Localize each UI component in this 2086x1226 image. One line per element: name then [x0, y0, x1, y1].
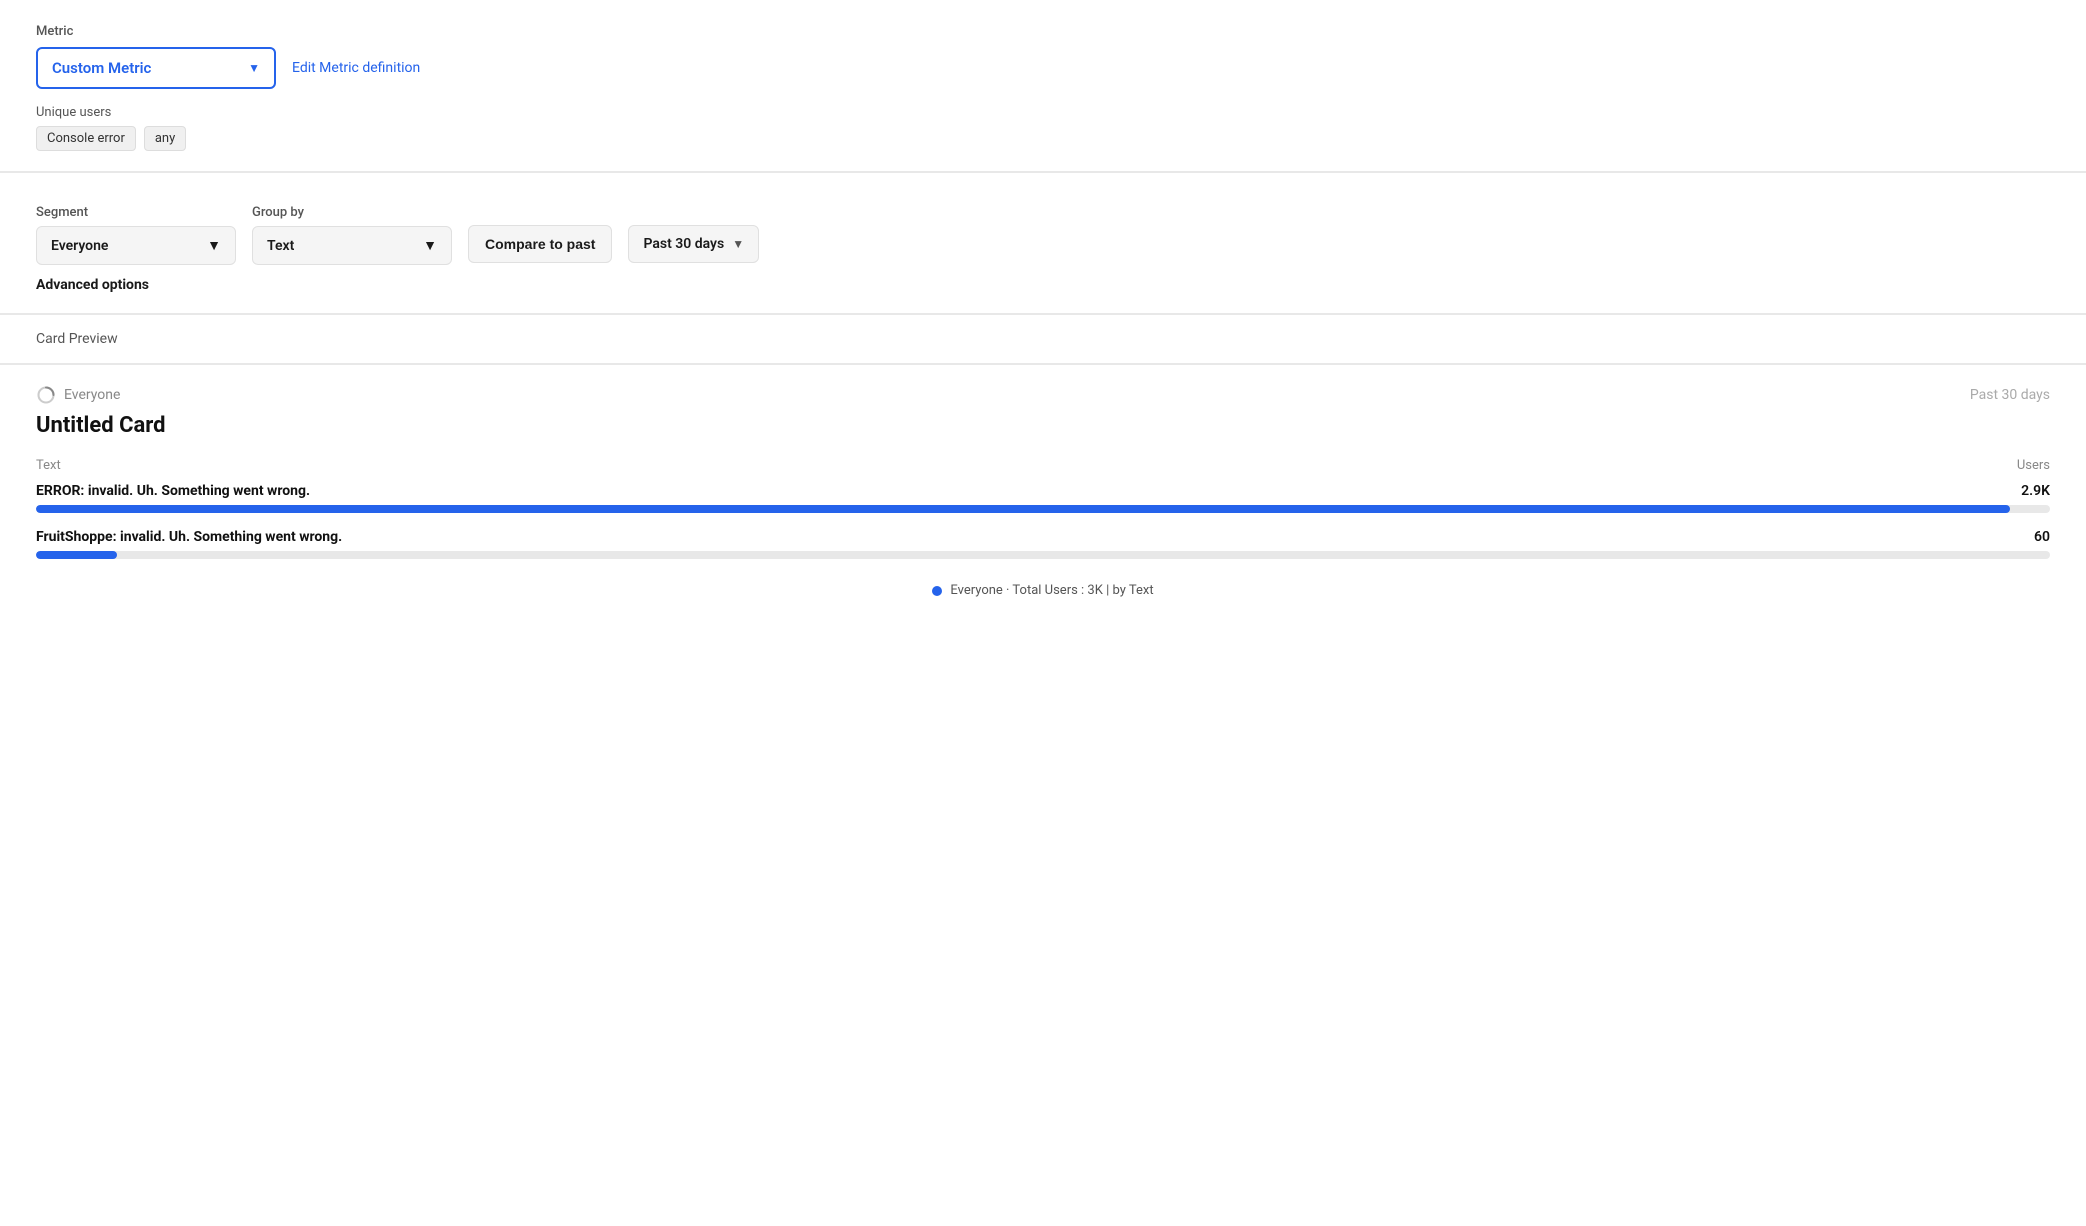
edit-metric-link[interactable]: Edit Metric definition: [292, 60, 420, 76]
data-item-row-1: FruitShoppe: invalid. Uh. Something went…: [36, 529, 2050, 545]
card-header-row: Everyone Past 30 days: [36, 385, 2050, 405]
card-everyone-label: Everyone: [64, 387, 120, 403]
group-by-chevron-down-icon: ▼: [423, 237, 437, 254]
past-days-dropdown[interactable]: Past 30 days ▼: [628, 225, 759, 263]
data-item-0: ERROR: invalid. Uh. Something went wrong…: [36, 483, 2050, 513]
group-by-value: Text: [267, 238, 294, 254]
segment-value: Everyone: [51, 238, 108, 254]
past-days-label: Past 30 days: [643, 236, 724, 252]
card-title: Untitled Card: [36, 413, 2050, 438]
tags-row: Console error any: [36, 126, 2050, 151]
data-item-1: FruitShoppe: invalid. Uh. Something went…: [36, 529, 2050, 559]
metric-chevron-down-icon: ▼: [248, 61, 260, 75]
legend-row: Everyone · Total Users : 3K | by Text: [36, 583, 2050, 598]
card-past-days-label: Past 30 days: [1970, 387, 2050, 403]
data-section: Text Users ERROR: invalid. Uh. Something…: [36, 458, 2050, 559]
group-by-label: Group by: [252, 205, 452, 220]
past-days-chevron-down-icon: ▼: [732, 237, 744, 251]
group-by-dropdown[interactable]: Text ▼: [252, 226, 452, 265]
any-tag: any: [144, 126, 186, 151]
segment-chevron-down-icon: ▼: [207, 237, 221, 254]
group-by-group: Group by Text ▼: [252, 205, 452, 265]
compare-to-past-button[interactable]: Compare to past: [468, 225, 612, 263]
segment-label: Segment: [36, 205, 236, 220]
data-item-value-0: 2.9K: [2021, 483, 2050, 499]
data-header-row: Text Users: [36, 458, 2050, 473]
users-column-header: Users: [2017, 458, 2050, 473]
data-item-label-0: ERROR: invalid. Uh. Something went wrong…: [36, 483, 310, 499]
metric-select-dropdown[interactable]: Custom Metric ▼: [36, 47, 276, 89]
data-item-row-0: ERROR: invalid. Uh. Something went wrong…: [36, 483, 2050, 499]
loading-spinner-icon: [36, 385, 56, 405]
card-preview-body: Everyone Past 30 days Untitled Card Text…: [0, 365, 2086, 628]
metric-section: Metric Custom Metric ▼ Edit Metric defin…: [0, 0, 2086, 172]
unique-users-label: Unique users: [36, 105, 2050, 120]
card-preview-header: Card Preview: [0, 315, 2086, 364]
segment-group: Segment Everyone ▼: [36, 205, 236, 265]
metric-label: Metric: [36, 24, 2050, 39]
bar-container-1: [36, 551, 2050, 559]
text-column-header: Text: [36, 458, 61, 473]
segment-dropdown[interactable]: Everyone ▼: [36, 226, 236, 265]
bar-container-0: [36, 505, 2050, 513]
metric-select-text: Custom Metric: [52, 59, 151, 77]
legend-text: Everyone · Total Users : 3K | by Text: [950, 583, 1153, 598]
metric-row: Custom Metric ▼ Edit Metric definition: [36, 47, 2050, 89]
console-error-tag: Console error: [36, 126, 136, 151]
segment-section: Segment Everyone ▼ Group by Text ▼ Compa…: [0, 173, 2086, 314]
bar-fill-0: [36, 505, 2010, 513]
data-item-value-1: 60: [2034, 529, 2050, 545]
data-item-label-1: FruitShoppe: invalid. Uh. Something went…: [36, 529, 342, 545]
bar-fill-1: [36, 551, 117, 559]
segment-row: Segment Everyone ▼ Group by Text ▼ Compa…: [36, 205, 2050, 265]
card-everyone-row: Everyone: [36, 385, 120, 405]
legend-dot: [932, 586, 942, 596]
advanced-options-toggle[interactable]: Advanced options: [36, 277, 2050, 293]
